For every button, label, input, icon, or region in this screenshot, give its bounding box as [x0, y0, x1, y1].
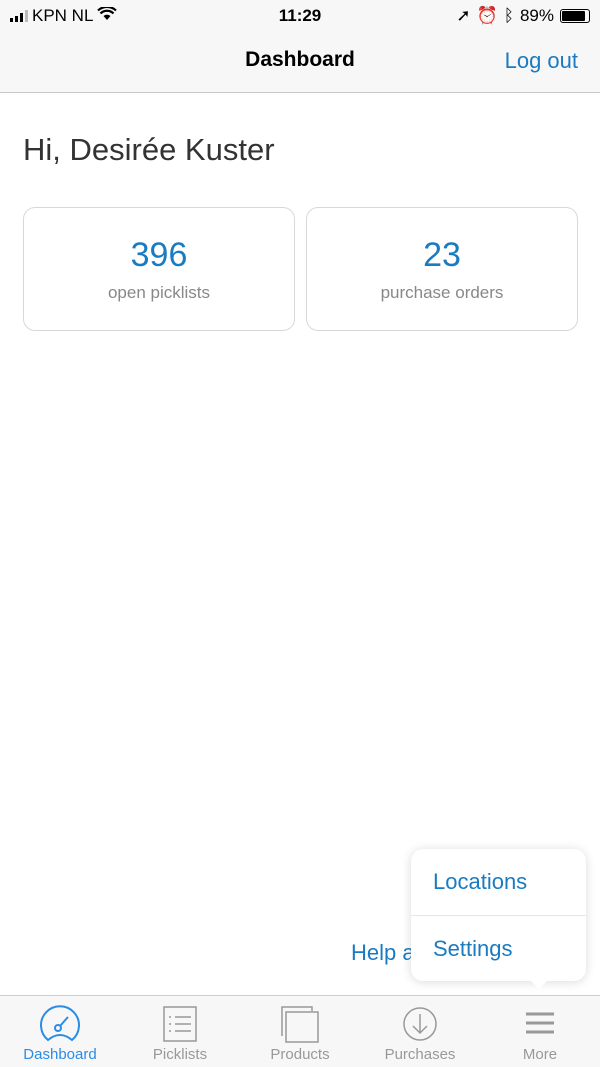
card-value: 23	[423, 236, 461, 274]
menu-item-settings[interactable]: Settings	[411, 915, 586, 981]
tab-bar: Dashboard Picklists Products Purchases M…	[0, 995, 600, 1067]
status-bar: KPN NL 11:29 ➚ ⏰ ᛒ 89%	[0, 0, 600, 32]
tab-label: Purchases	[384, 1046, 456, 1063]
tab-more[interactable]: More	[480, 996, 600, 1067]
navigation-bar: Dashboard Log out	[0, 32, 600, 93]
tab-label: Products	[270, 1046, 330, 1063]
tab-purchases[interactable]: Purchases	[360, 996, 480, 1067]
battery-percent: 89%	[519, 6, 554, 25]
menu-item-locations[interactable]: Locations	[411, 849, 586, 915]
battery-icon	[560, 9, 590, 23]
tab-label: Dashboard	[23, 1046, 97, 1063]
download-circle-icon	[403, 1007, 437, 1041]
list-icon	[163, 1006, 197, 1042]
menu-icon	[526, 1012, 554, 1034]
bluetooth-icon: ᛒ	[503, 6, 514, 25]
card-label: open picklists	[107, 283, 211, 302]
open-picklists-card[interactable]: 396 open picklists	[23, 207, 295, 331]
stack-icon	[281, 1006, 319, 1043]
card-label: purchase orders	[380, 283, 504, 302]
logout-button[interactable]: Log out	[505, 48, 578, 74]
tab-label: More	[522, 1046, 558, 1063]
tab-products[interactable]: Products	[240, 996, 360, 1067]
gauge-icon	[40, 1005, 80, 1042]
alarm-icon: ⏰	[476, 6, 498, 25]
help-link[interactable]: Help a	[351, 940, 415, 966]
greeting: Hi, Desirée Kuster	[23, 132, 275, 167]
purchase-orders-card[interactable]: 23 purchase orders	[306, 207, 578, 331]
tab-picklists[interactable]: Picklists	[120, 996, 240, 1067]
tab-label: Picklists	[152, 1046, 208, 1063]
location-icon: ➚	[456, 6, 471, 25]
tab-dashboard[interactable]: Dashboard	[0, 996, 120, 1067]
card-value: 396	[130, 236, 188, 274]
more-popover-menu: Locations Settings	[411, 849, 586, 989]
